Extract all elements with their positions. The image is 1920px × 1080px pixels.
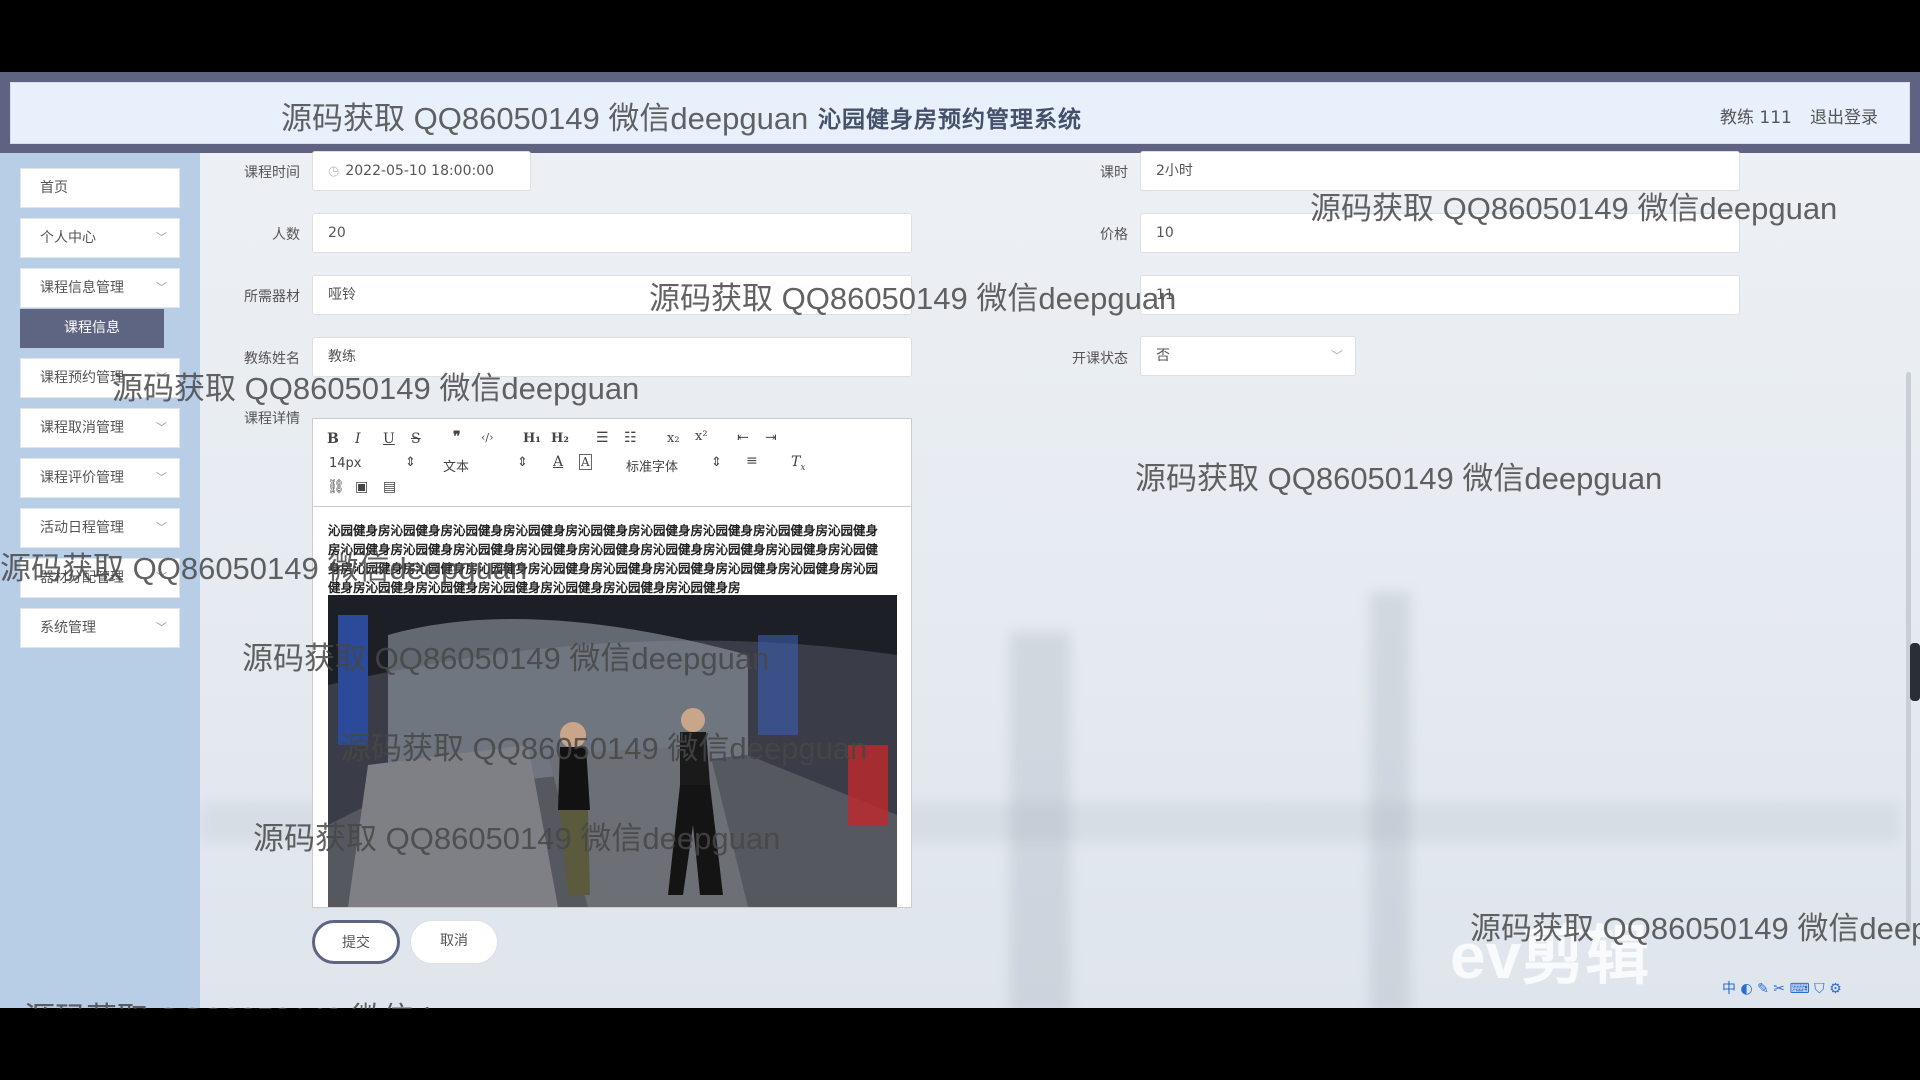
watermark: 源码获取 QQ86050149 微信deepguan (253, 821, 781, 856)
sidebar-item-label: 活动日程管理 (40, 520, 124, 536)
ordered-list-icon[interactable]: ☰ (596, 430, 609, 446)
watermark: 源码获取 QQ86050149 微信deepguan (281, 101, 809, 136)
dropdown-arrow-icon: ⇕ (711, 455, 722, 470)
label-equipment: 所需器材 (244, 289, 300, 305)
sidebar-item-label: 首页 (40, 180, 68, 196)
subscript-icon[interactable]: x₂ (667, 431, 680, 446)
label-hours: 课时 (1100, 165, 1128, 181)
bullet-list-icon[interactable]: ☷ (624, 430, 637, 446)
sidebar-item-review[interactable]: 课程评价管理 ﹀ (20, 458, 180, 498)
font-size-select[interactable]: 14px (329, 456, 362, 471)
sidebar-item-system[interactable]: 系统管理 ﹀ (20, 608, 180, 648)
sidebar-item-label: 课程评价管理 (40, 470, 124, 486)
sidebar-item-cancel[interactable]: 课程取消管理 ﹀ (20, 408, 180, 448)
watermark: 源码获取 QQ86050149 微信deepguan (112, 371, 640, 406)
user-name: 教练 111 (1720, 108, 1792, 128)
watermark: 源码获取 QQ86050149 微信deepguan (1135, 461, 1663, 496)
chevron-down-icon: ﹀ (1330, 349, 1343, 363)
indent-icon[interactable]: ⇥ (765, 430, 777, 446)
dropdown-arrow-icon: ⇕ (405, 455, 416, 470)
editor-toolbar: B I U S ❞ ‹/› H₁ H₂ ☰ ☷ x₂ x² ⇤ ⇥ 14px ⇕… (313, 419, 911, 507)
heading1-icon[interactable]: H₁ (523, 431, 541, 446)
outdent-icon[interactable]: ⇤ (737, 430, 749, 446)
chevron-down-icon: ﹀ (156, 421, 167, 434)
font-family-select[interactable]: 标准字体 (626, 456, 678, 475)
sidebar-item-profile[interactable]: 个人中心 ﹀ (20, 218, 180, 258)
status-select[interactable]: 否 ﹀ (1140, 336, 1356, 376)
clear-format-icon[interactable]: Tx (791, 454, 805, 473)
system-title: 沁园健身房预约管理系统 (818, 107, 1082, 133)
sidebar-item-label: 个人中心 (40, 230, 96, 246)
people-input[interactable]: 20 (312, 213, 912, 253)
ime-mode: 中 (1722, 981, 1736, 997)
superscript-icon[interactable]: x² (695, 429, 708, 444)
screen: 沁园健身房预约管理系统 教练 111 退出登录 首页 个人中心 ﹀ 课程信息管理 ﹀… (0, 0, 1920, 1080)
label-course-time: 课程时间 (244, 165, 300, 181)
watermark: 源码获取 QQ86050149 微信deepguan (242, 641, 770, 676)
chevron-down-icon: ﹀ (156, 281, 167, 294)
chevron-down-icon: ﹀ (156, 621, 167, 634)
strike-icon[interactable]: S (411, 431, 421, 447)
label-status: 开课状态 (1072, 351, 1128, 367)
chevron-down-icon: ﹀ (156, 471, 167, 484)
quote-icon[interactable]: ❞ (453, 429, 461, 445)
sidebar-item-label: 课程取消管理 (40, 420, 124, 436)
ime-toolbar[interactable]: 中 ◐ ✎ ✂ ⌨ ⛉ ⚙ (1722, 978, 1842, 1008)
logout-link[interactable]: 退出登录 (1810, 103, 1878, 128)
scroll-handle[interactable] (1910, 643, 1920, 701)
link-icon[interactable]: ⛓ (327, 479, 345, 495)
font-color-icon[interactable]: A (553, 454, 563, 470)
status-value: 否 (1156, 348, 1170, 364)
sidebar-item-schedule[interactable]: 活动日程管理 ﹀ (20, 508, 180, 548)
background-color-icon[interactable]: A (579, 454, 592, 470)
watermark: 源码获取 QQ86050149 微信deepguan (340, 731, 868, 766)
code-icon[interactable]: ‹/› (481, 431, 494, 444)
sidebar-item-home[interactable]: 首页 (20, 168, 180, 208)
video-icon[interactable]: ▤ (383, 479, 396, 495)
label-price: 价格 (1100, 227, 1128, 243)
heading2-icon[interactable]: H₂ (551, 431, 569, 446)
chevron-down-icon: ﹀ (156, 231, 167, 244)
watermark: 源码获取 QQ86050149 微信deepguan (649, 281, 1177, 316)
clock-icon: ◷ (328, 164, 340, 179)
block-type-select[interactable]: 文本 (443, 456, 469, 475)
bold-icon[interactable]: B (327, 431, 339, 447)
image-icon[interactable]: ▣ (355, 479, 368, 495)
chevron-down-icon: ﹀ (156, 521, 167, 534)
align-icon[interactable]: ≡ (746, 453, 758, 469)
course-time-picker[interactable]: ◷ 2022-05-10 18:00:00 (312, 151, 531, 191)
sidebar-item-label: 课程信息管理 (40, 280, 124, 296)
underline-icon[interactable]: U (383, 431, 395, 447)
submit-button[interactable]: 提交 (312, 920, 400, 964)
label-detail: 课程详情 (244, 411, 300, 427)
watermark: 源码获取 QQ86050149 微信deepguan (24, 993, 551, 1009)
watermark: 源码获取 QQ86050149 微信deepguan (0, 551, 528, 586)
sidebar-subitem-course-info[interactable]: 课程信息 (20, 309, 164, 348)
sidebar-item-label: 系统管理 (40, 620, 96, 636)
watermark: 源码获取 QQ86050149 微信deepguan (1310, 191, 1838, 226)
italic-icon[interactable]: I (355, 431, 361, 447)
bg-structure (1370, 592, 1410, 1008)
sidebar-item-course-info[interactable]: 课程信息管理 ﹀ (20, 268, 180, 308)
extra-input[interactable]: 11 (1140, 275, 1740, 315)
watermark: 源码获取 QQ86050149 微信deep (1470, 911, 1920, 946)
dropdown-arrow-icon: ⇕ (517, 455, 528, 470)
cancel-button[interactable]: 取消 (410, 920, 498, 964)
course-time-value: 2022-05-10 18:00:00 (345, 163, 495, 179)
label-people: 人数 (272, 227, 300, 243)
